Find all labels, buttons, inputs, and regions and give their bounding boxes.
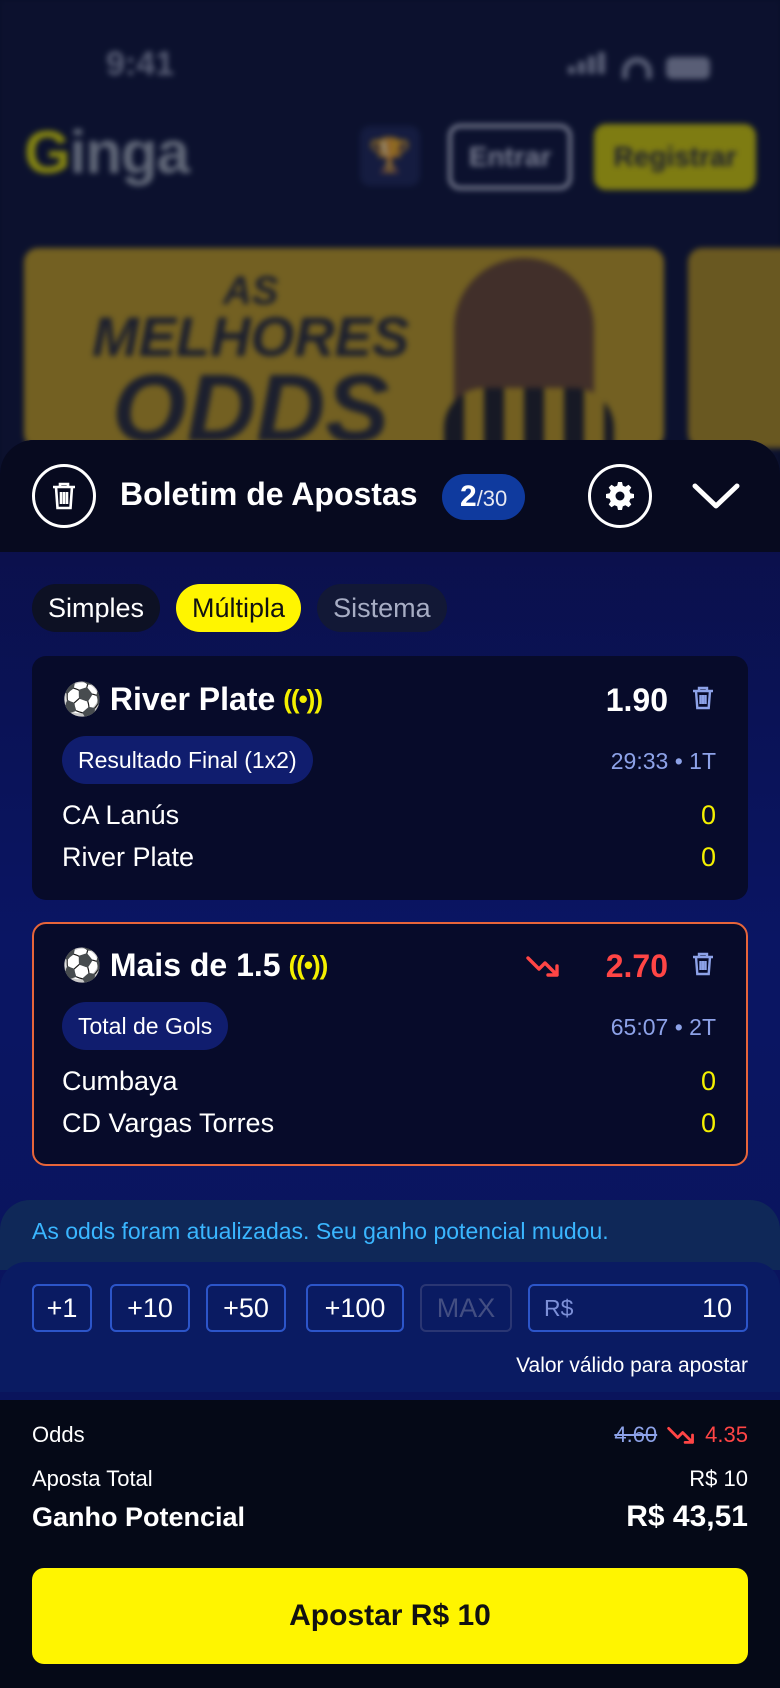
match-clock: 29:33 • 1T xyxy=(610,748,716,774)
bet-selection: ⚽ Mais de 1.5 ((•)) xyxy=(62,946,329,984)
total-stake-label: Aposta Total xyxy=(32,1466,153,1491)
quick-stake-50[interactable]: +50 xyxy=(206,1284,286,1332)
odds-updated-notice: As odds foram atualizadas. Seu ganho pot… xyxy=(0,1200,780,1270)
quick-stake-10[interactable]: +10 xyxy=(110,1284,190,1332)
live-broadcast-icon: ((•)) xyxy=(283,683,323,714)
odds-label: Odds xyxy=(32,1422,85,1447)
quick-stake-max[interactable]: MAX xyxy=(420,1284,512,1332)
team-score: 0 xyxy=(700,842,716,872)
market-badge: Resultado Final (1x2) xyxy=(62,736,313,784)
settings-button[interactable] xyxy=(588,464,652,528)
team-score: 0 xyxy=(700,1108,716,1138)
banner-player-image xyxy=(444,258,614,448)
trophy-button[interactable]: 🏆 xyxy=(360,126,420,186)
battery-icon xyxy=(666,57,710,79)
trend-down-icon xyxy=(526,952,560,986)
currency-label: R$ xyxy=(544,1294,574,1321)
match-clock: 65:07 • 2T xyxy=(610,1014,716,1040)
odds-row: Odds 4.60 4.35 xyxy=(32,1422,748,1448)
remove-bet-button[interactable] xyxy=(692,686,714,715)
signal-icon xyxy=(568,52,608,79)
remove-bet-button[interactable] xyxy=(692,952,714,981)
bet-odd: 2.70 xyxy=(605,948,668,984)
status-icons xyxy=(568,52,710,79)
banner-headline: AS MELHORES ODDS xyxy=(92,269,410,448)
live-broadcast-icon: ((•)) xyxy=(288,949,329,980)
team-name: River Plate xyxy=(62,842,195,872)
bet-odd: 1.90 xyxy=(605,682,668,718)
trash-icon xyxy=(53,482,75,510)
status-time: 9:41 xyxy=(106,45,175,83)
quick-stake-100[interactable]: +100 xyxy=(306,1284,404,1332)
trophy-icon: 🏆 xyxy=(368,137,412,175)
trend-down-icon xyxy=(667,1427,695,1444)
stake-value: 10 xyxy=(701,1292,732,1323)
collapse-betslip-button[interactable] xyxy=(688,466,744,526)
team-name: Cumbaya xyxy=(62,1066,178,1096)
market-badge: Total de Gols xyxy=(62,1002,229,1050)
betslip-title: Boletim de Apostas xyxy=(120,476,418,512)
tab-sistema[interactable]: Sistema xyxy=(317,584,447,632)
potential-win-label: Ganho Potencial xyxy=(32,1501,246,1532)
potential-win-value: R$ 43,51 xyxy=(626,1500,748,1533)
promo-banner-next[interactable] xyxy=(688,248,780,448)
login-button[interactable]: Entrar xyxy=(448,124,572,190)
tab-multipla[interactable]: Múltipla xyxy=(176,584,302,632)
register-button[interactable]: Registrar xyxy=(594,124,756,190)
chevron-down-icon xyxy=(692,483,740,509)
promo-banner[interactable]: AS MELHORES ODDS xyxy=(24,248,664,448)
bet-count-badge: 2/30 xyxy=(442,474,526,520)
trash-icon xyxy=(693,952,713,976)
quick-stake-1[interactable]: +1 xyxy=(32,1284,92,1332)
stake-area: +1 +10 +50 +100 MAX R$ 10 Valor válido p… xyxy=(0,1262,780,1392)
stake-hint: Valor válido para apostar xyxy=(516,1354,748,1377)
potential-win-row: Ganho Potencial R$ 43,51 xyxy=(32,1500,748,1534)
place-bet-button[interactable]: Apostar R$ 10 xyxy=(32,1568,748,1664)
soccer-ball-icon: ⚽ xyxy=(62,681,102,717)
team-score: 0 xyxy=(700,800,716,830)
ginga-logo: Ginga xyxy=(24,119,190,186)
trash-icon xyxy=(693,686,713,710)
tab-simples[interactable]: Simples xyxy=(32,584,161,632)
bet-card: ⚽ River Plate ((•)) 1.90 Resultado Final… xyxy=(32,656,748,900)
background-page: 9:41 Ginga 🏆 Entrar Registrar AS MELHORE… xyxy=(0,0,780,470)
total-stake-value: R$ 10 xyxy=(689,1466,748,1491)
betslip-header: Boletim de Apostas 2/30 xyxy=(0,440,780,552)
clear-betslip-button[interactable] xyxy=(32,464,96,528)
bet-type-tabs: Simples Múltipla Sistema xyxy=(32,584,447,632)
gear-icon xyxy=(606,482,634,510)
bet-selection: ⚽ River Plate ((•)) xyxy=(62,680,323,718)
new-odds: 4.35 xyxy=(705,1422,748,1447)
stake-input[interactable]: R$ 10 xyxy=(528,1284,748,1332)
team-name: CD Vargas Torres xyxy=(62,1108,275,1138)
soccer-ball-icon: ⚽ xyxy=(62,947,102,983)
notice-text: As odds foram atualizadas. Seu ganho pot… xyxy=(32,1218,609,1244)
bet-card-odds-changed: ⚽ Mais de 1.5 ((•)) 2.70 Total de Gols 6… xyxy=(32,922,748,1166)
total-stake-row: Aposta Total R$ 10 xyxy=(32,1466,748,1492)
betslip-sheet: Boletim de Apostas 2/30 Simples Múltipla… xyxy=(0,440,780,1688)
team-score: 0 xyxy=(700,1066,716,1096)
old-odds: 4.60 xyxy=(614,1422,658,1447)
wifi-icon xyxy=(622,57,652,79)
team-name: CA Lanús xyxy=(62,800,180,830)
bet-summary: Odds 4.60 4.35 Aposta Total R$ 10 Ganho … xyxy=(0,1400,780,1688)
